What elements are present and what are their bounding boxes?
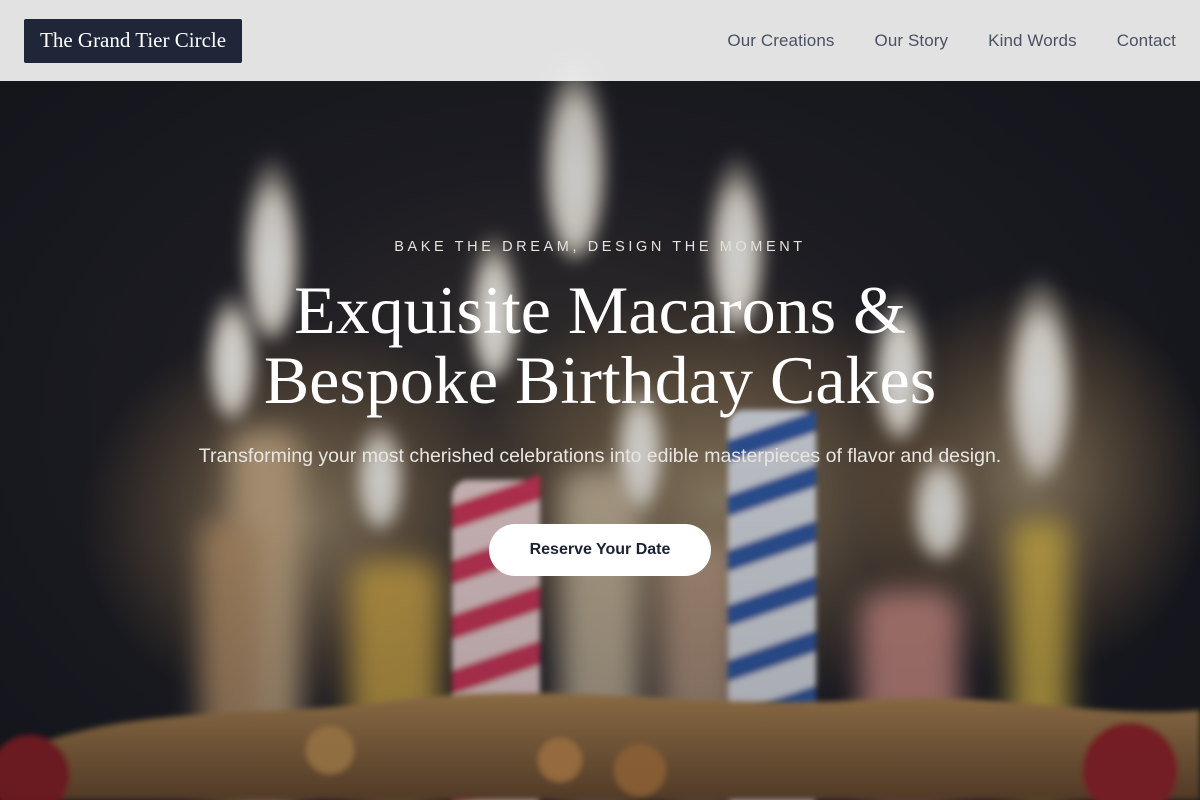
hero-section: BAKE THE DREAM, DESIGN THE MOMENT Exquis… bbox=[0, 81, 1200, 800]
hero-title: Exquisite Macarons & Bespoke Birthday Ca… bbox=[150, 275, 1050, 415]
nav-link-our-creations[interactable]: Our Creations bbox=[727, 31, 834, 51]
nav-link-our-story[interactable]: Our Story bbox=[875, 31, 949, 51]
nav-link-contact[interactable]: Contact bbox=[1117, 31, 1176, 51]
hero-eyebrow: BAKE THE DREAM, DESIGN THE MOMENT bbox=[394, 239, 806, 255]
hero-subtitle: Transforming your most cherished celebra… bbox=[198, 445, 1002, 467]
site-header: The Grand Tier Circle Our Creations Our … bbox=[0, 0, 1200, 81]
nav-link-kind-words[interactable]: Kind Words bbox=[988, 31, 1077, 51]
brand-logo[interactable]: The Grand Tier Circle bbox=[24, 18, 243, 63]
hero-title-line-2: Bespoke Birthday Cakes bbox=[263, 342, 937, 418]
reserve-date-button[interactable]: Reserve Your Date bbox=[489, 524, 711, 576]
hero-title-line-1: Exquisite Macarons & bbox=[294, 272, 906, 348]
main-nav: Our Creations Our Story Kind Words Conta… bbox=[727, 31, 1176, 51]
